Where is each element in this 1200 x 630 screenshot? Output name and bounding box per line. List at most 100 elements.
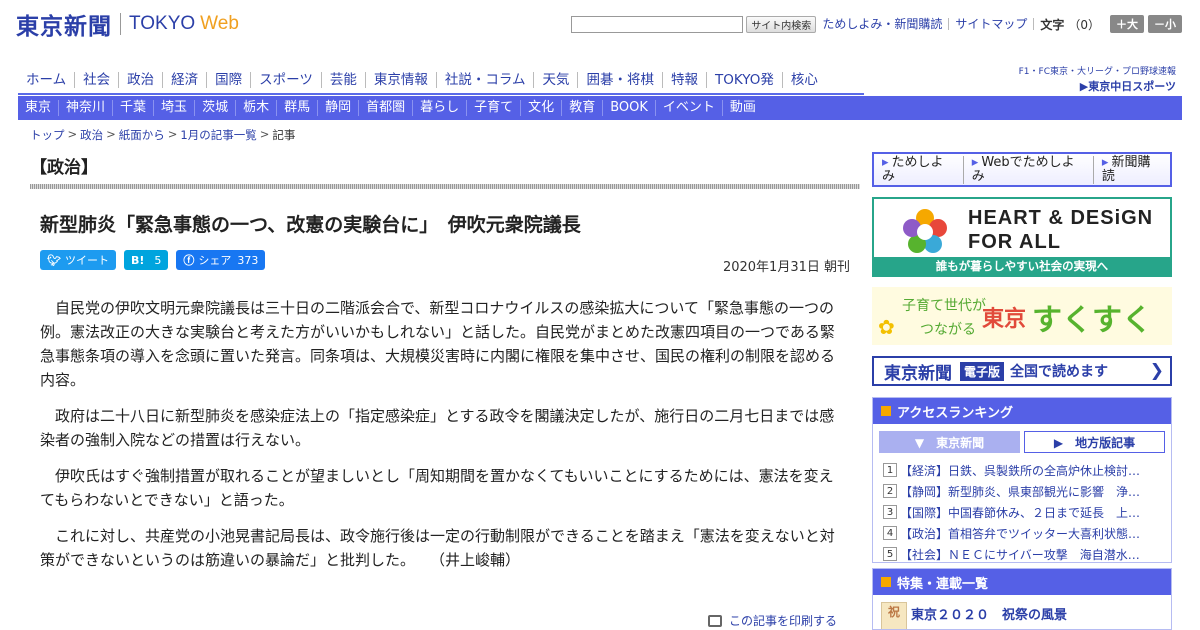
regional-nav-item[interactable]: 文化 (521, 100, 563, 116)
digital-read-text: 全国で読めます (1010, 364, 1109, 380)
tab-tokyo-shimbun[interactable]: ▼ 東京新聞 (879, 431, 1020, 453)
regional-nav-item[interactable]: 千葉 (113, 100, 155, 116)
ranking-item[interactable]: 1 【経済】日鉄、呉製鉄所の全高炉休止検討… (883, 460, 1163, 480)
regional-nav-item[interactable]: 暮らし (413, 100, 468, 116)
access-ranking: アクセスランキング ▼ 東京新聞 ▶ 地方版記事 1 【経済】日鉄、呉製鉄所の全高… (872, 397, 1172, 563)
main-nav-item[interactable]: 社説・コラム (437, 72, 535, 88)
hatena-count: 5 (154, 253, 162, 267)
ranking-headline: 【経済】日鉄、呉製鉄所の全高炉休止検討… (900, 463, 1141, 478)
digital-edition-banner[interactable]: 東京新聞 電子版 全国で読めます ❯ (872, 356, 1172, 386)
article-headline: 新型肺炎「緊急事態の一つ、改憲の実験台に」 伊吹元衆院議長 (40, 214, 581, 236)
main-nav-item[interactable]: 核心 (783, 72, 826, 88)
main-nav-item[interactable]: 政治 (119, 72, 164, 88)
heart-design-logo-icon (903, 209, 947, 253)
printer-icon (708, 614, 722, 627)
sukusuku-title: すくすく (1032, 303, 1152, 338)
regional-nav-item[interactable]: 子育て (467, 100, 522, 116)
regional-nav-item[interactable]: 栃木 (236, 100, 278, 116)
logo-web: Web (200, 13, 239, 34)
ranking-number: 3 (883, 505, 897, 519)
regional-nav-item[interactable]: 埼玉 (154, 100, 196, 116)
feature-header: 特集・連載一覧 (873, 569, 1171, 595)
site-logo[interactable]: 東京新聞 TOKYO Web (16, 8, 239, 40)
web-trial-link[interactable]: Webでためしよみ (964, 155, 1094, 184)
feature-item-link[interactable]: 東京２０２０ 祝祭の風景 (911, 604, 1067, 623)
main-nav-item[interactable]: 国際 (207, 72, 252, 88)
print-article-link[interactable]: この記事を印刷する (708, 612, 837, 629)
ranking-number: 5 (883, 547, 897, 561)
breadcrumb-january-list[interactable]: 1月の記事一覧 (180, 127, 256, 143)
trial-read-link[interactable]: ためしよみ (874, 155, 964, 184)
regional-nav-item[interactable]: 茨城 (195, 100, 237, 116)
article-paragraph: これに対し、共産党の小池晃書記局長は、政令施行後は一定の行動制限ができることを踏… (40, 527, 835, 569)
digital-tag: 電子版 (960, 361, 1005, 381)
main-nav: ホーム 社会 政治 経済 国際 スポーツ 芸能 東京情報 社説・コラム 天気 囲碁・将棋 特報 TOKY… (18, 68, 826, 92)
article-date: 2020年1月31日 朝刊 (722, 260, 850, 275)
search-input[interactable] (571, 15, 744, 33)
main-nav-item[interactable]: 芸能 (322, 72, 366, 88)
ranking-item[interactable]: 3 【国際】中国春節休み、２日まで延長 上… (883, 502, 1163, 522)
facebook-icon: ⓕ (183, 254, 195, 267)
breadcrumb-politics[interactable]: 政治 (80, 127, 103, 143)
ranking-item[interactable]: 5 【社会】ＮＥＣにサイバー攻撃 海自潜水… (883, 544, 1163, 564)
section-divider (30, 184, 860, 189)
regional-nav-item[interactable]: 神奈川 (59, 100, 114, 116)
subscribe-link[interactable]: 新聞購読 (1094, 155, 1170, 184)
feature-thumbnail[interactable]: 祝 (881, 602, 907, 629)
chunichi-sub: F1・FC東京・大リーグ・プロ野球速報 (1018, 67, 1176, 77)
sitemap-link[interactable]: サイトマップ (949, 18, 1035, 30)
hatena-icon: B! (130, 253, 145, 267)
main-nav-item[interactable]: 社会 (75, 72, 120, 88)
logo-en: TOKYO (129, 13, 196, 34)
regional-nav-item[interactable]: 群馬 (277, 100, 319, 116)
tokyo-sukusuku-banner[interactable]: ✿ 子育て世代が つながる 東京 すくすく (872, 287, 1172, 345)
regional-nav-item[interactable]: イベント (656, 100, 723, 116)
tweet-label: ツイート (64, 254, 109, 267)
main-nav-item[interactable]: 経済 (163, 72, 208, 88)
main-nav-item[interactable]: 天気 (534, 72, 579, 88)
chevron-right-icon: ❯ (1149, 361, 1164, 381)
facebook-share-button[interactable]: ⓕ シェア 373 (176, 250, 266, 270)
subscription-promo: ためしよみ Webでためしよみ 新聞購読 (872, 152, 1172, 187)
regional-nav-item[interactable]: 東京 (18, 100, 60, 116)
main-nav-item[interactable]: 特報 (663, 72, 707, 88)
article-paragraph: 政府は二十八日に新型肺炎を感染症法上の「指定感染症」とする政令を閣議決定したが、… (40, 407, 835, 449)
tweet-button[interactable]: 🐦︎ ツイート (40, 250, 116, 270)
site-search-button[interactable]: サイト内検索 (746, 15, 817, 33)
breadcrumb-print-edition[interactable]: 紙面から (119, 127, 165, 143)
main-nav-item[interactable]: 東京情報 (366, 72, 437, 88)
regional-nav-item[interactable]: 動画 (723, 100, 763, 116)
feature-series: 特集・連載一覧 祝 東京２０２０ 祝祭の風景 (872, 568, 1172, 630)
heart-design-banner[interactable]: HEART & DESiGN FOR ALL 誰もが暮らしやすい社会の実現へ (872, 197, 1172, 277)
regional-nav-item[interactable]: 静岡 (318, 100, 360, 116)
breadcrumb: トップ > 政治 > 紙面から > 1月の記事一覧 > 記事 (30, 127, 296, 143)
chunichi-sports-banner[interactable]: F1・FC東京・大リーグ・プロ野球速報 ▶東京中日スポーツ (1019, 64, 1176, 94)
regional-nav-item[interactable]: BOOK (603, 100, 656, 116)
main-nav-rule (18, 93, 864, 95)
ranking-title: アクセスランキング (897, 405, 1013, 421)
font-smaller-button[interactable]: －小 (1148, 15, 1182, 33)
ranking-item[interactable]: 4 【政治】首相答弁でツイッター大喜利状態… (883, 523, 1163, 543)
twitter-bird-icon: 🐦︎ (47, 253, 61, 267)
main-nav-item[interactable]: TOKYO発 (707, 72, 783, 88)
regional-nav-item[interactable]: 教育 (562, 100, 604, 116)
article-paragraph: 自民党の伊吹文明元衆院議長は三十日の二階派会合で、新型コロナウイルスの感染拡大に… (40, 299, 836, 389)
font-larger-button[interactable]: ＋大 (1110, 15, 1144, 33)
share-buttons: 🐦︎ ツイート B! 5 ⓕ シェア 373 (40, 250, 273, 270)
regional-nav-item[interactable]: 首都圏 (359, 100, 414, 116)
hatena-bookmark-button[interactable]: B! 5 (123, 250, 169, 270)
tab-local-edition[interactable]: ▶ 地方版記事 (1024, 431, 1165, 453)
sukusuku-sub-1: 子育て世代が (902, 298, 986, 314)
ranking-number: 4 (883, 526, 897, 540)
breadcrumb-top[interactable]: トップ (30, 127, 65, 143)
heart-design-title-2: FOR ALL (968, 231, 1061, 253)
trial-subscribe-link[interactable]: ためしよみ・新聞購読 (816, 18, 950, 30)
main-nav-item[interactable]: スポーツ (251, 72, 322, 88)
article-paragraph: 伊吹氏はすぐ強制措置が取れることが望ましいとし「周知期間を置かなくてもいいことに… (40, 467, 834, 509)
ranking-item[interactable]: 2 【静岡】新型肺炎、県東部観光に影響 浄… (883, 481, 1163, 501)
main-nav-item[interactable]: 囲碁・将棋 (578, 72, 663, 88)
ranking-headline: 【国際】中国春節休み、２日まで延長 上… (900, 505, 1141, 520)
main-nav-item[interactable]: ホーム (18, 72, 76, 88)
breadcrumb-current: 記事 (272, 128, 296, 142)
regional-nav: 東京 神奈川 千葉 埼玉 茨城 栃木 群馬 静岡 首都圏 暮らし 子育て 文化 教育 BOOK イベント 動画 (18, 96, 1182, 120)
